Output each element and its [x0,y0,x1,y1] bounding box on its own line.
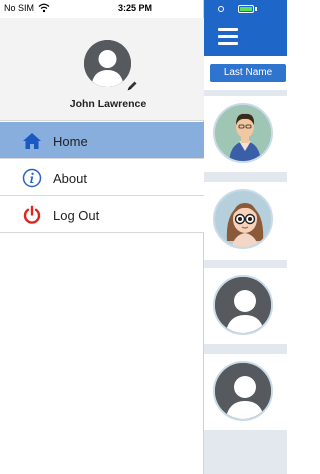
location-icon [218,6,224,12]
man-avatar-icon [215,105,271,161]
contact-card[interactable] [204,182,287,260]
hamburger-menu-icon[interactable] [218,28,238,45]
status-time: 3:25 PM [118,3,153,13]
menu-item-logout[interactable]: Log Out [0,196,204,233]
contact-card[interactable] [204,96,287,172]
background-app: Last Name [204,0,287,474]
avatar [213,103,273,163]
avatar [213,275,273,335]
user-name: John Lawrence [69,98,147,110]
menu-item-home[interactable]: Home [0,122,204,159]
home-icon [23,133,41,149]
person-silhouette-icon [215,277,271,333]
woman-avatar-icon [215,191,271,247]
power-icon [23,205,41,224]
battery-icon [238,5,254,13]
menu-item-label: Log Out [53,208,100,223]
contact-card[interactable] [204,268,287,344]
background-navbar [204,18,287,56]
background-status-bar [204,0,287,18]
avatar [213,189,273,249]
carrier-label: No SIM [4,3,35,13]
menu-item-label: About [53,171,87,186]
person-silhouette-icon [215,363,271,419]
last-name-sort-button[interactable]: Last Name [210,64,286,82]
info-icon [22,168,42,188]
avatar [213,361,273,421]
menu-item-about[interactable]: About [0,159,204,196]
person-silhouette-icon [84,40,131,87]
side-drawer: No SIM 3:25 PM John Lawrence Home About … [0,0,204,474]
contact-card[interactable] [204,354,287,430]
sort-bar: Last Name [204,56,287,90]
menu-item-label: Home [53,134,88,149]
profile-header: John Lawrence [0,18,204,121]
status-bar: No SIM 3:25 PM [0,0,204,18]
profile-avatar[interactable] [84,40,131,87]
pencil-icon[interactable] [126,80,138,92]
wifi-icon [38,3,50,13]
